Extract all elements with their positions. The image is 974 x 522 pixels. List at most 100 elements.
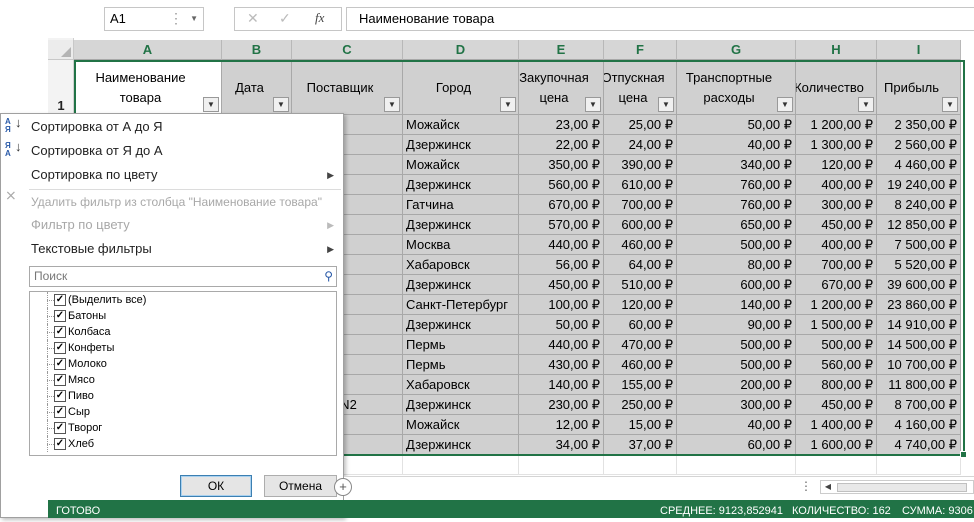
filter-value-item[interactable]: ✓ Хлеб: [30, 436, 336, 452]
table-cell[interactable]: Дзержинск: [403, 315, 519, 335]
column-header-a[interactable]: A: [74, 40, 222, 60]
table-cell[interactable]: 5 520,00 ₽: [877, 255, 961, 275]
table-cell[interactable]: Дзержинск: [403, 175, 519, 195]
table-cell[interactable]: Дзержинск: [403, 135, 519, 155]
table-cell[interactable]: 4 460,00 ₽: [877, 155, 961, 175]
table-cell[interactable]: 1 200,00 ₽: [796, 115, 877, 135]
sort-desc-item[interactable]: Я А ↓ Сортировка от Я до А: [1, 140, 343, 162]
scroll-left-icon[interactable]: ◀: [822, 481, 834, 493]
header-cell[interactable]: Прибыль ▼: [877, 61, 961, 115]
cancel-button[interactable]: Отмена: [264, 475, 337, 497]
table-cell[interactable]: 90,00 ₽: [677, 315, 796, 335]
table-cell[interactable]: 11 800,00 ₽: [877, 375, 961, 395]
table-cell[interactable]: 22,00 ₽: [519, 135, 604, 155]
table-cell[interactable]: 8 700,00 ₽: [877, 395, 961, 415]
row-header-1[interactable]: 1: [48, 62, 74, 114]
table-cell[interactable]: 100,00 ₽: [519, 295, 604, 315]
checkbox-checked-icon[interactable]: ✓: [54, 342, 66, 354]
filter-dropdown-icon[interactable]: ▼: [777, 97, 793, 112]
table-cell[interactable]: 23,00 ₽: [519, 115, 604, 135]
header-cell[interactable]: Транспортные расходы ▼: [677, 61, 796, 115]
empty-cell[interactable]: [877, 455, 961, 475]
checkbox-checked-icon[interactable]: ✓: [54, 422, 66, 434]
table-cell[interactable]: 400,00 ₽: [796, 175, 877, 195]
table-cell[interactable]: 4 160,00 ₽: [877, 415, 961, 435]
checkbox-checked-icon[interactable]: ✓: [54, 310, 66, 322]
table-cell[interactable]: Хабаровск: [403, 375, 519, 395]
table-cell[interactable]: 440,00 ₽: [519, 235, 604, 255]
table-cell[interactable]: 760,00 ₽: [677, 195, 796, 215]
table-cell[interactable]: 440,00 ₽: [519, 335, 604, 355]
table-cell[interactable]: Пермь: [403, 335, 519, 355]
filter-dropdown-icon[interactable]: ▼: [500, 97, 516, 112]
table-cell[interactable]: 24,00 ₽: [604, 135, 677, 155]
filter-value-item[interactable]: ✓ Батоны: [30, 308, 336, 324]
table-cell[interactable]: 15,00 ₽: [604, 415, 677, 435]
filter-value-item[interactable]: ✓ Мясо: [30, 372, 336, 388]
table-cell[interactable]: 40,00 ₽: [677, 135, 796, 155]
header-cell[interactable]: Количество ▼: [796, 61, 877, 115]
checkbox-checked-icon[interactable]: ✓: [54, 438, 66, 450]
column-header-g[interactable]: G: [677, 40, 796, 60]
table-cell[interactable]: Дзержинск: [403, 395, 519, 415]
table-cell[interactable]: 450,00 ₽: [796, 215, 877, 235]
table-cell[interactable]: Можайск: [403, 415, 519, 435]
table-cell[interactable]: 670,00 ₽: [796, 275, 877, 295]
header-cell[interactable]: Город ▼: [403, 61, 519, 115]
filter-value-item[interactable]: ✓ Творог: [30, 420, 336, 436]
select-all-corner[interactable]: [48, 40, 74, 60]
filter-value-item[interactable]: ✓ Сыр: [30, 404, 336, 420]
empty-cell[interactable]: [519, 455, 604, 475]
table-cell[interactable]: 2 560,00 ₽: [877, 135, 961, 155]
table-cell[interactable]: 560,00 ₽: [796, 355, 877, 375]
table-cell[interactable]: 1 300,00 ₽: [796, 135, 877, 155]
header-cell[interactable]: Дата ▼: [222, 61, 292, 115]
table-cell[interactable]: Москва: [403, 235, 519, 255]
filter-value-item[interactable]: ✓ Конфеты: [30, 340, 336, 356]
table-cell[interactable]: 300,00 ₽: [796, 195, 877, 215]
table-cell[interactable]: 40,00 ₽: [677, 415, 796, 435]
table-cell[interactable]: 430,00 ₽: [519, 355, 604, 375]
table-cell[interactable]: 64,00 ₽: [604, 255, 677, 275]
enter-icon[interactable]: ✓: [279, 10, 291, 27]
text-filters-item[interactable]: Текстовые фильтры ▶: [1, 238, 343, 260]
empty-cell[interactable]: [403, 455, 519, 475]
table-cell[interactable]: 14 910,00 ₽: [877, 315, 961, 335]
horizontal-scrollbar[interactable]: ◀: [820, 480, 974, 494]
column-header-e[interactable]: E: [519, 40, 604, 60]
checkbox-checked-icon[interactable]: ✓: [54, 374, 66, 386]
table-cell[interactable]: 60,00 ₽: [677, 435, 796, 455]
formula-input[interactable]: Наименование товара: [346, 7, 974, 31]
filter-dropdown-icon[interactable]: ▼: [384, 97, 400, 112]
table-cell[interactable]: Дзержинск: [403, 435, 519, 455]
table-cell[interactable]: 400,00 ₽: [796, 235, 877, 255]
table-cell[interactable]: 600,00 ₽: [677, 275, 796, 295]
header-cell[interactable]: Наименование товара ▼: [74, 61, 222, 115]
filter-dropdown-icon[interactable]: ▼: [942, 97, 958, 112]
name-box[interactable]: A1 ▼: [104, 7, 204, 31]
column-header-h[interactable]: H: [796, 40, 877, 60]
ok-button[interactable]: ОК: [180, 475, 252, 497]
table-cell[interactable]: 800,00 ₽: [796, 375, 877, 395]
table-cell[interactable]: 7 500,00 ₽: [877, 235, 961, 255]
checkbox-checked-icon[interactable]: ✓: [54, 294, 66, 306]
table-cell[interactable]: 450,00 ₽: [796, 395, 877, 415]
table-cell[interactable]: 10 700,00 ₽: [877, 355, 961, 375]
table-cell[interactable]: 500,00 ₽: [677, 355, 796, 375]
table-cell[interactable]: Дзержинск: [403, 275, 519, 295]
empty-cell[interactable]: [796, 455, 877, 475]
table-cell[interactable]: 19 240,00 ₽: [877, 175, 961, 195]
table-cell[interactable]: 140,00 ₽: [677, 295, 796, 315]
filter-value-item[interactable]: ✓ Молоко: [30, 356, 336, 372]
chevron-down-icon[interactable]: ▼: [190, 8, 198, 30]
fill-handle[interactable]: [960, 451, 967, 458]
empty-cell[interactable]: [677, 455, 796, 475]
filter-dropdown-icon[interactable]: ▼: [585, 97, 601, 112]
column-header-d[interactable]: D: [403, 40, 519, 60]
table-cell[interactable]: 300,00 ₽: [677, 395, 796, 415]
table-cell[interactable]: 460,00 ₽: [604, 355, 677, 375]
table-cell[interactable]: 500,00 ₽: [677, 235, 796, 255]
table-cell[interactable]: Можайск: [403, 115, 519, 135]
table-cell[interactable]: 23 860,00 ₽: [877, 295, 961, 315]
table-cell[interactable]: 4 740,00 ₽: [877, 435, 961, 455]
